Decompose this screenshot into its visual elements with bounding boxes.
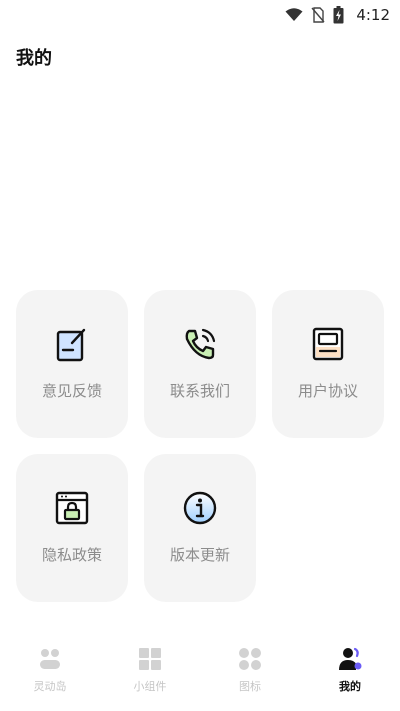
tab-label: 小组件: [133, 680, 167, 693]
widgets-grid-icon: [139, 648, 161, 670]
battery-charging-icon: [333, 6, 344, 24]
card-label: 联系我们: [169, 382, 230, 400]
profile-icon: [339, 647, 362, 670]
tab-widgets[interactable]: 小组件: [110, 646, 190, 698]
card-feedback[interactable]: 意见反馈: [16, 290, 128, 438]
bottom-tab-bar: 灵动岛 小组件 图标 我的: [0, 636, 400, 711]
wifi-icon: [285, 8, 303, 21]
feedback-icon: [56, 328, 86, 362]
island-icon: [40, 649, 60, 669]
icons-dots-icon: [239, 648, 261, 670]
privacy-lock-icon: [55, 491, 89, 525]
card-agreement[interactable]: 用户协议: [272, 290, 384, 438]
status-bar: 4:12: [0, 0, 400, 30]
tab-mine[interactable]: 我的: [310, 646, 390, 698]
card-privacy[interactable]: 隐私政策: [16, 454, 128, 602]
card-label: 版本更新: [169, 546, 230, 564]
agreement-icon: [312, 327, 344, 361]
tab-icons[interactable]: 图标: [210, 646, 290, 698]
card-contact[interactable]: 联系我们: [144, 290, 256, 438]
card-label: 用户协议: [297, 382, 358, 400]
card-label: 意见反馈: [41, 382, 102, 400]
phone-icon: [185, 328, 216, 360]
tab-label: 我的: [339, 680, 361, 693]
card-label: 隐私政策: [41, 546, 102, 564]
status-time: 4:12: [356, 6, 390, 24]
card-version-update[interactable]: 版本更新: [144, 454, 256, 602]
tab-dynamic-island[interactable]: 灵动岛: [10, 646, 90, 698]
no-sim-icon: [311, 7, 325, 23]
info-icon: [183, 491, 217, 525]
tab-label: 图标: [239, 680, 261, 693]
tab-label: 灵动岛: [33, 680, 67, 693]
page-title: 我的: [16, 48, 52, 69]
